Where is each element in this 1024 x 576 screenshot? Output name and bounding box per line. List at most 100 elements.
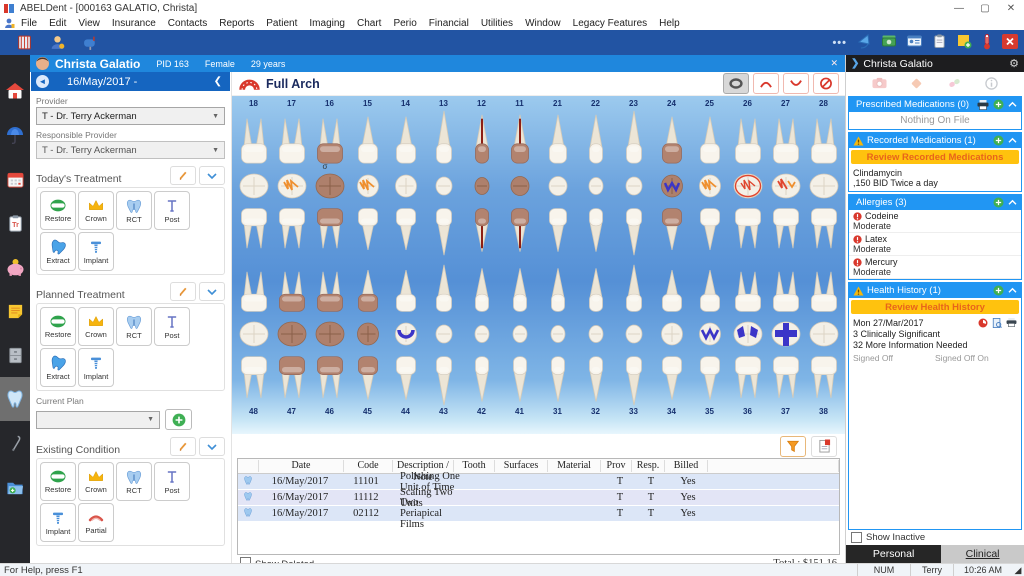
tooth-column-24-34[interactable]: 2434 (653, 99, 691, 417)
tab-clinical[interactable]: Clinical (941, 545, 1024, 563)
tooth-column-15-45[interactable]: 1545 (349, 99, 387, 417)
existing-button-partial[interactable]: Partial (78, 503, 114, 542)
mailbox-icon[interactable] (82, 34, 99, 51)
todays-button-rct[interactable]: RCT (116, 191, 152, 230)
tooth-column-28-38[interactable]: 2838 (805, 99, 843, 417)
camera-icon[interactable] (872, 77, 887, 89)
menu-chart[interactable]: Chart (351, 18, 387, 29)
sidebar-item-notes[interactable] (0, 289, 30, 333)
chevron-up-icon[interactable] (1008, 199, 1017, 206)
upper-arch-view-button[interactable] (753, 73, 779, 94)
sidebar-item-treatment-plan[interactable]: Tr (0, 201, 30, 245)
allergy-item-latex[interactable]: LatexModerate (849, 233, 1021, 256)
existing-button-implant[interactable]: Implant (40, 503, 76, 542)
tooth-column-25-35[interactable]: 2535 (691, 99, 729, 417)
chevron-up-icon[interactable] (1008, 101, 1017, 108)
add-plan-button[interactable] (165, 409, 192, 430)
sidebar-item-documents[interactable] (0, 333, 30, 377)
planned-button-restore[interactable]: Restore (40, 307, 76, 346)
date-back-icon[interactable]: ◄ (36, 75, 49, 88)
provider-select[interactable]: T - Dr. Terry Ackerman▼ (36, 107, 225, 125)
menu-contacts[interactable]: Contacts (162, 18, 213, 29)
full-arch-view-button[interactable] (723, 73, 749, 94)
tab-personal[interactable]: Personal (846, 545, 941, 563)
todays-button-restore[interactable]: Restore (40, 191, 76, 230)
col-header-date[interactable]: Date (259, 460, 344, 472)
info-icon[interactable] (985, 77, 998, 90)
existing-expand-button[interactable] (199, 437, 225, 456)
checkbox-icon[interactable] (851, 532, 862, 543)
existing-button-post[interactable]: Post (154, 462, 190, 501)
show-inactive-checkbox[interactable]: Show Inactive (846, 530, 1024, 545)
add-icon[interactable] (993, 285, 1004, 296)
tooth-column-23-33[interactable]: 2333 (615, 99, 653, 417)
kite-icon[interactable] (856, 33, 872, 52)
existing-button-restore[interactable]: Restore (40, 462, 76, 501)
tooth-column-11-41[interactable]: 1141 (501, 99, 539, 417)
report-button[interactable] (811, 436, 837, 457)
menu-imaging[interactable]: Imaging (303, 18, 351, 29)
tooth-chart[interactable]: 1848174716461545144413431242114121312232… (232, 96, 845, 434)
tooth-column-14-44[interactable]: 1444 (387, 99, 425, 417)
add-note-icon[interactable] (956, 33, 972, 52)
add-icon[interactable] (993, 99, 1004, 110)
todays-button-extract[interactable]: Extract (40, 232, 76, 271)
col-header-billed[interactable]: Billed (665, 460, 708, 472)
toolbar-overflow-icon[interactable]: ••• (832, 37, 847, 49)
maximize-button[interactable]: ▢ (972, 3, 998, 14)
tooth-column-26-36[interactable]: 2636 (729, 99, 767, 417)
todays-button-crown[interactable]: Crown (78, 191, 114, 230)
add-icon[interactable] (993, 135, 1004, 146)
panel-expand-icon[interactable]: ❯ (851, 58, 859, 69)
tooth-column-18-48[interactable]: 1848 (235, 99, 273, 417)
menu-help[interactable]: Help (653, 18, 686, 29)
tooth-column-17-47[interactable]: 1747 (273, 99, 311, 417)
billing-icon[interactable] (881, 33, 897, 52)
chevron-up-icon[interactable] (1008, 137, 1017, 144)
pill-icon[interactable] (947, 77, 962, 89)
col-header-resp-[interactable]: Resp. (632, 460, 665, 472)
todays-edit-button[interactable] (170, 166, 196, 185)
health-history-header[interactable]: Health History (1) (849, 283, 1021, 298)
add-icon[interactable] (993, 197, 1004, 208)
procedure-row[interactable]: 16/May/201711101Polishing One Unit of Ti… (238, 474, 839, 490)
resize-grip[interactable]: ◢ (1012, 564, 1024, 576)
patient-info-header[interactable]: ❯ Christa Galatio ⚙ (846, 55, 1024, 72)
sidebar-item-appointments[interactable] (0, 157, 30, 201)
menu-file[interactable]: File (15, 18, 43, 29)
date-navigation-bar[interactable]: ◄ 16/May/2017 - ❮ (31, 72, 230, 91)
clipboard-icon[interactable] (932, 33, 947, 52)
chevron-up-icon[interactable] (1008, 287, 1017, 294)
todays-button-post[interactable]: Post (154, 191, 190, 230)
lower-arch-view-button[interactable] (783, 73, 809, 94)
printer-icon[interactable] (977, 100, 989, 110)
allergy-item-codeine[interactable]: CodeineModerate (849, 210, 1021, 233)
tooth-column-21-31[interactable]: 2131 (539, 99, 577, 417)
recorded-medications-header[interactable]: Recorded Medications (1) (849, 133, 1021, 148)
close-patient-icon[interactable] (1002, 34, 1018, 52)
planned-button-rct[interactable]: RCT (116, 307, 152, 346)
planned-button-extract[interactable]: Extract (40, 348, 76, 387)
minimize-button[interactable]: — (946, 3, 972, 14)
existing-button-crown[interactable]: Crown (78, 462, 114, 501)
printer-icon[interactable] (1006, 318, 1017, 327)
existing-edit-button[interactable] (170, 437, 196, 456)
patient-icon[interactable] (49, 34, 66, 51)
planned-button-crown[interactable]: Crown (78, 307, 114, 346)
tooth-column-16-46[interactable]: 1646 (311, 99, 349, 417)
review-recorded-medications-button[interactable]: Review Recorded Medications (851, 150, 1019, 164)
responsible-provider-select[interactable]: T - Dr. Terry Ackerman▼ (36, 141, 225, 159)
no-chart-view-button[interactable] (813, 73, 839, 94)
col-header-surfaces[interactable]: Surfaces (495, 460, 548, 472)
sidebar-item-chart[interactable] (0, 377, 30, 421)
id-card-icon[interactable] (906, 33, 923, 52)
planned-edit-button[interactable] (170, 282, 196, 301)
diamond-icon[interactable] (910, 77, 923, 90)
sidebar-item-home[interactable] (0, 69, 30, 113)
planned-expand-button[interactable] (199, 282, 225, 301)
tooth-column-22-32[interactable]: 2232 (577, 99, 615, 417)
report-icon[interactable] (16, 34, 33, 51)
gear-icon[interactable]: ⚙ (1009, 57, 1019, 70)
sidebar-item-insurance[interactable] (0, 113, 30, 157)
allergy-item-mercury[interactable]: MercuryModerate (849, 256, 1021, 279)
